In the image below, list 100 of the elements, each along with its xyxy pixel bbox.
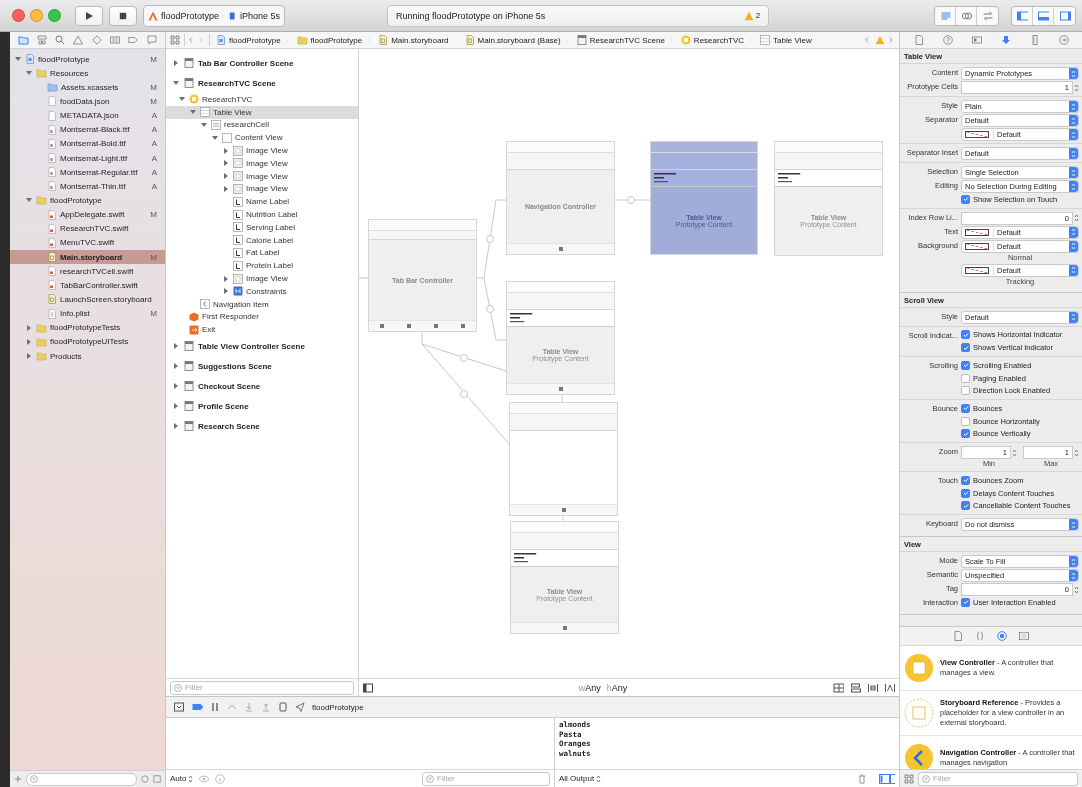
disclosure-triangle-icon[interactable]	[26, 353, 32, 359]
disclosure-triangle-icon[interactable]	[15, 56, 21, 63]
outline-item[interactable]: Name Label	[166, 195, 358, 209]
breadcrumb[interactable]: floodPrototype	[214, 35, 283, 45]
scheme-selector[interactable]: floodPrototype	[148, 10, 220, 21]
file-tree-item[interactable]: Montserrat-Thin.ttf A	[10, 179, 165, 194]
stop-button[interactable]	[109, 5, 137, 26]
outline-item[interactable]: Constraints	[166, 284, 358, 298]
checkbox[interactable]	[961, 194, 970, 204]
disclosure-triangle-icon[interactable]	[26, 70, 32, 77]
checkbox[interactable]	[961, 416, 970, 426]
scene-header[interactable]: Checkout Scene	[172, 376, 358, 397]
outline-item[interactable]: Image View	[166, 169, 358, 183]
disclosure-triangle-icon[interactable]	[173, 80, 179, 86]
file-tree-item[interactable]: floodPrototype M	[10, 52, 165, 67]
size-class-label[interactable]: hAny	[606, 682, 628, 693]
disclosure-triangle-icon[interactable]	[223, 173, 229, 180]
disclosure-triangle-icon[interactable]	[179, 96, 185, 103]
outline-item[interactable]: Calorie Label	[166, 233, 358, 247]
file-tree-item[interactable]: floodPrototype	[10, 193, 165, 208]
disclosure-triangle-icon[interactable]	[26, 197, 32, 204]
file-tree-item[interactable]: floodPrototypeUITests	[10, 334, 165, 349]
checkbox[interactable]	[961, 597, 970, 607]
disclosure-triangle-icon[interactable]	[26, 338, 32, 345]
disclosure-triangle-icon[interactable]	[223, 185, 229, 192]
size-class-label[interactable]: wAny	[578, 682, 601, 693]
disclosure-triangle-icon[interactable]	[201, 122, 207, 128]
zoom-button[interactable]	[48, 9, 61, 22]
disclosure-triangle-icon[interactable]	[173, 403, 179, 410]
outline-item[interactable]: researchCell	[166, 118, 358, 132]
breadcrumb[interactable]: floodPrototype	[294, 35, 365, 45]
disclosure-triangle-icon[interactable]	[223, 147, 229, 154]
outline-item[interactable]: Nutrition Label	[166, 208, 358, 221]
outline-item[interactable]: Serving Label	[166, 220, 358, 234]
outline-item[interactable]: Fat Label	[166, 246, 358, 260]
outline-item[interactable]: First Responder	[166, 310, 358, 324]
checkbox[interactable]	[961, 386, 970, 396]
breadcrumb[interactable]: Table View	[758, 35, 814, 45]
minimize-button[interactable]	[30, 9, 43, 22]
file-tree-item[interactable]: Montserrat-Bold.ttf A	[10, 136, 165, 151]
disclosure-triangle-icon[interactable]	[223, 160, 229, 167]
checkbox[interactable]	[961, 475, 970, 485]
disclosure-triangle-icon[interactable]	[190, 109, 196, 116]
run-button[interactable]	[75, 5, 103, 26]
checkbox[interactable]	[961, 488, 970, 498]
checkbox[interactable]	[961, 403, 970, 413]
checkbox[interactable]	[961, 360, 970, 370]
file-tree-item[interactable]: Main.storyboard M	[10, 249, 165, 265]
file-tree-item[interactable]: researchTVCell.swift	[10, 264, 165, 279]
file-tree-item[interactable]: foodData.json M	[10, 94, 165, 109]
disclosure-triangle-icon[interactable]	[223, 288, 229, 295]
outline-item[interactable]: ResearchTVC	[166, 93, 358, 106]
checkbox[interactable]	[961, 501, 970, 511]
scope-popup[interactable]: Auto	[170, 774, 194, 783]
disclosure-triangle-icon[interactable]	[223, 275, 229, 282]
scene-header[interactable]: ResearchTVC Scene	[172, 73, 358, 93]
scene-header[interactable]: Profile Scene	[172, 396, 358, 417]
outline-item[interactable]: Image View	[166, 157, 358, 170]
breadcrumb[interactable]: ResearchTVC	[678, 35, 747, 45]
disclosure-triangle-icon[interactable]	[173, 343, 179, 350]
breadcrumb[interactable]: ResearchTVC Scene	[574, 35, 667, 45]
library-tab[interactable]	[951, 629, 965, 643]
breadcrumb[interactable]: Main.storyboard	[376, 35, 451, 45]
file-tree-item[interactable]: LaunchScreen.storyboard	[10, 292, 165, 307]
library-tab[interactable]	[995, 629, 1009, 643]
close-button[interactable]	[12, 9, 25, 22]
outline-item[interactable]: Image View	[166, 272, 358, 285]
library-tab[interactable]	[1017, 629, 1031, 643]
file-tree-item[interactable]: TabBarController.swift	[10, 278, 165, 293]
scene-header[interactable]: Research Scene	[172, 416, 358, 437]
device-selector[interactable]: iPhone 5s	[229, 10, 281, 21]
file-tree-item[interactable]: Assets.xcassets M	[10, 80, 165, 95]
scene-header[interactable]: Table View Controller Scene	[172, 336, 358, 357]
outline-item[interactable]: Navigation Item	[166, 297, 358, 311]
file-tree-item[interactable]: ResearchTVC.swift	[10, 221, 165, 236]
outline-item[interactable]: Protein Label	[166, 259, 358, 273]
scene-header[interactable]: Suggestions Scene	[172, 356, 358, 377]
outline-item[interactable]: Image View	[166, 144, 358, 157]
scene-header[interactable]: Tab Bar Controller Scene	[172, 53, 358, 73]
checkbox[interactable]	[961, 343, 970, 353]
file-tree-item[interactable]: MenuTVC.swift	[10, 235, 165, 250]
file-tree-item[interactable]: Montserrat-Regular.ttf A	[10, 165, 165, 180]
checkbox[interactable]	[961, 330, 970, 340]
disclosure-triangle-icon[interactable]	[173, 60, 179, 66]
output-popup[interactable]: All Output	[559, 774, 602, 783]
process-name[interactable]: floodPrototype	[312, 702, 364, 712]
file-tree-item[interactable]: AppDelegate.swift M	[10, 207, 165, 222]
disclosure-triangle-icon[interactable]	[173, 363, 179, 370]
outline-item[interactable]: Content View	[166, 131, 358, 145]
file-tree-item[interactable]: floodPrototypeTests	[10, 320, 165, 335]
checkbox[interactable]	[961, 429, 970, 439]
file-tree-item[interactable]: Resources	[10, 66, 165, 81]
file-tree-item[interactable]: Products	[10, 348, 165, 364]
outline-item[interactable]: Exit	[166, 323, 358, 337]
file-tree-item[interactable]: Montserrat-Light.ttf A	[10, 151, 165, 166]
file-tree-item[interactable]: Montserrat-Black.ttf A	[10, 122, 165, 137]
outline-item[interactable]: Image View	[166, 182, 358, 196]
file-tree-item[interactable]: Info.plist M	[10, 306, 165, 321]
disclosure-triangle-icon[interactable]	[173, 383, 179, 390]
outline-item[interactable]: Table View	[166, 105, 358, 119]
